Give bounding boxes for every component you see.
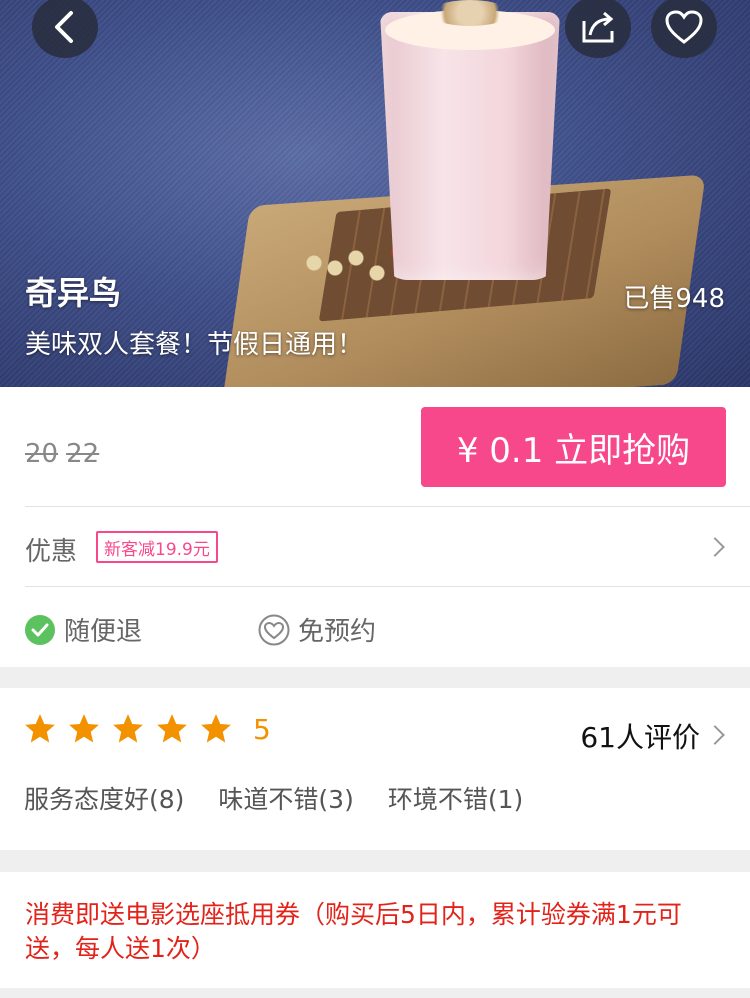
- milkshake-glass: [380, 12, 560, 280]
- review-tags: 服务态度好(8) 味道不错(3) 环境不错(1): [24, 780, 557, 816]
- guarantee-no-reservation-label: 免预约: [298, 617, 377, 647]
- glass-topping: [430, 0, 510, 26]
- star-icon: [113, 714, 143, 743]
- chevron-right-icon: [705, 537, 725, 557]
- guarantee-no-reservation: 免预约: [258, 611, 376, 648]
- divider: [25, 586, 750, 587]
- divider: [25, 506, 750, 507]
- sold-count: 已售948: [623, 284, 725, 314]
- price-section: 20 22 ¥ 0.1 立即抢购 优惠 新客减19.9元 随便退 免预约: [0, 387, 750, 667]
- review-tag[interactable]: 味道不错(3): [218, 780, 353, 816]
- original-price-1: 20: [25, 439, 59, 469]
- rating-score: 5: [253, 712, 271, 746]
- star-icon: [157, 714, 187, 743]
- deal-title: 奇异鸟: [25, 274, 122, 312]
- check-circle-icon: [24, 614, 56, 646]
- deal-subtitle: 美味双人套餐！节假日通用！: [25, 330, 364, 360]
- discount-badge: 新客减19.9元: [96, 531, 218, 563]
- star-icon: [25, 714, 55, 743]
- heart-icon: [665, 10, 703, 44]
- discount-label: 优惠: [25, 537, 78, 567]
- guarantee-refund-label: 随便退: [64, 617, 143, 647]
- hero-image: 奇异鸟 美味双人套餐！节假日通用！ 已售948: [0, 0, 750, 387]
- original-price: 20 22: [25, 439, 107, 469]
- review-tag[interactable]: 服务态度好(8): [24, 780, 184, 816]
- review-count[interactable]: 61人评价: [580, 716, 700, 756]
- promo-section: 消费即送电影选座抵用券（购买后5日内，累计验券满1元可送，每人送1次）: [0, 872, 750, 988]
- review-tag[interactable]: 环境不错(1): [388, 780, 523, 816]
- chevron-left-icon: [55, 11, 73, 43]
- guarantee-refund: 随便退: [24, 611, 142, 648]
- rating-section[interactable]: 5 61人评价 服务态度好(8) 味道不错(3) 环境不错(1): [0, 688, 750, 850]
- original-price-2: 22: [66, 439, 100, 469]
- chevron-right-icon: [705, 725, 725, 745]
- star-rating: 5: [23, 712, 271, 746]
- heart-circle-icon: [258, 614, 290, 646]
- buy-now-button[interactable]: ¥ 0.1 立即抢购: [421, 407, 726, 487]
- star-icon: [201, 714, 231, 743]
- share-icon: [582, 11, 614, 43]
- star-icon: [69, 714, 99, 743]
- promo-text: 消费即送电影选座抵用券（购买后5日内，累计验券满1元可送，每人送1次）: [25, 900, 682, 963]
